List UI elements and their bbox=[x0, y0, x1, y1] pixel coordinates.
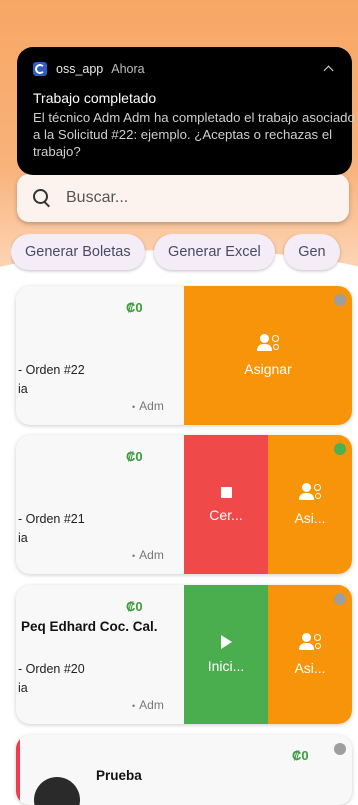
assignee-name: Adm bbox=[139, 399, 164, 413]
assignee-name: Adm bbox=[139, 698, 164, 712]
order-assignee: • Adm bbox=[132, 548, 164, 562]
order-card[interactable]: ₡0 - Orden #22 ia • Adm Asignar bbox=[16, 286, 352, 425]
order-number: - Orden #22 bbox=[18, 363, 85, 377]
order-subtitle: ia bbox=[18, 382, 28, 396]
close-button-label: Cer... bbox=[209, 506, 243, 523]
search-icon bbox=[31, 187, 53, 209]
assign-button[interactable]: Asi... bbox=[268, 435, 352, 574]
order-card[interactable]: ₡0 Prueba bbox=[16, 735, 352, 805]
notification-body: El técnico Adm Adm ha completado el trab… bbox=[33, 110, 355, 159]
notification-banner[interactable]: oss_app Ahora Trabajo completado El técn… bbox=[17, 47, 355, 175]
assign-user-icon bbox=[299, 633, 321, 651]
assign-button[interactable]: Asignar bbox=[184, 286, 352, 425]
order-client: Peq Edhard Coc. Cal. bbox=[21, 619, 158, 634]
order-price: ₡0 bbox=[126, 599, 143, 614]
notification-app-name: oss_app bbox=[56, 62, 104, 76]
order-assignee: • Adm bbox=[132, 698, 164, 712]
assign-user-icon bbox=[257, 334, 279, 352]
play-icon bbox=[220, 635, 232, 649]
search-bar[interactable] bbox=[17, 174, 349, 222]
start-button-label: Inici... bbox=[207, 658, 245, 674]
order-card[interactable]: ₡0 - Orden #21 ia • Adm Cer... Asi... bbox=[16, 435, 352, 574]
search-input[interactable] bbox=[64, 188, 328, 208]
chevron-up-icon[interactable] bbox=[322, 62, 336, 76]
notification-header: oss_app Ahora bbox=[33, 60, 336, 78]
priority-accent-bar bbox=[16, 735, 20, 805]
notification-time: Ahora bbox=[111, 62, 145, 76]
order-title: Prueba bbox=[96, 768, 142, 783]
assign-user-icon bbox=[299, 483, 321, 501]
status-indicator bbox=[334, 593, 346, 605]
order-card[interactable]: ₡0 Peq Edhard Coc. Cal. - Orden #20 ia •… bbox=[16, 585, 352, 724]
status-indicator bbox=[334, 294, 346, 306]
order-number: - Orden #20 bbox=[18, 662, 85, 676]
order-card-info: ₡0 Peq Edhard Coc. Cal. - Orden #20 ia •… bbox=[16, 585, 184, 724]
order-card-info: ₡0 - Orden #22 ia • Adm bbox=[16, 286, 184, 425]
start-order-button[interactable]: Inici... bbox=[184, 585, 268, 724]
order-number: - Orden #21 bbox=[18, 512, 85, 526]
avatar bbox=[34, 777, 80, 805]
order-subtitle: ia bbox=[18, 681, 28, 695]
generate-receipts-button[interactable]: Generar Boletas bbox=[11, 234, 145, 270]
generate-excel-button[interactable]: Generar Excel bbox=[154, 234, 275, 270]
order-card-info: ₡0 - Orden #21 ia • Adm bbox=[16, 435, 184, 574]
app-icon bbox=[33, 62, 47, 76]
status-indicator bbox=[334, 443, 346, 455]
status-indicator bbox=[334, 743, 346, 755]
action-chips: Generar Boletas Generar Excel Gen bbox=[11, 234, 358, 274]
assign-button-label: Asi... bbox=[294, 660, 326, 676]
order-price: ₡0 bbox=[126, 449, 143, 464]
order-assignee: • Adm bbox=[132, 399, 164, 413]
assign-button[interactable]: Asi... bbox=[268, 585, 352, 724]
order-price: ₡0 bbox=[126, 300, 143, 315]
assign-button-label: Asignar bbox=[244, 361, 292, 377]
generate-more-button[interactable]: Gen bbox=[284, 234, 340, 270]
assign-button-label: Asi... bbox=[294, 510, 326, 526]
order-subtitle: ia bbox=[18, 531, 28, 545]
close-order-button[interactable]: Cer... bbox=[184, 435, 268, 574]
order-price: ₡0 bbox=[292, 748, 309, 763]
assignee-name: Adm bbox=[139, 548, 164, 562]
stop-icon bbox=[220, 486, 232, 498]
notification-title: Trabajo completado bbox=[33, 90, 157, 106]
